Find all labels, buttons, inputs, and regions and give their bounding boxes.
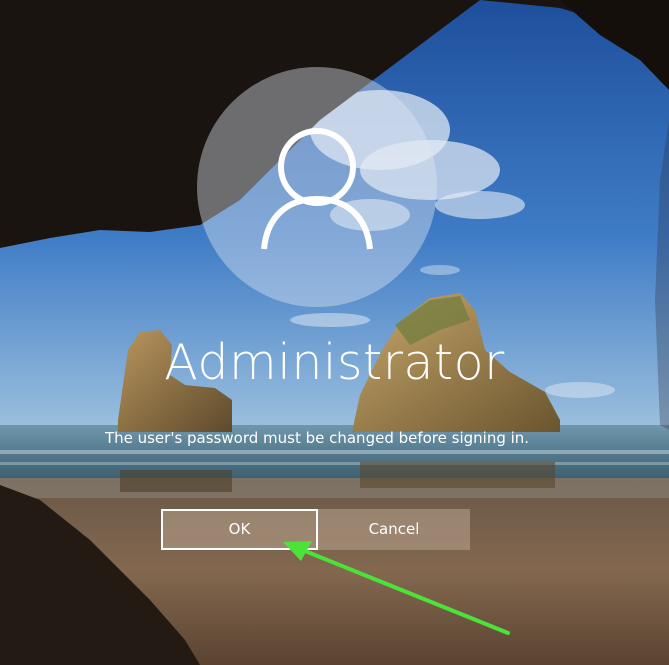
ok-button[interactable]: OK xyxy=(161,509,318,550)
password-change-message: The user's password must be changed befo… xyxy=(104,429,530,447)
lock-screen: Administrator The user's password must b… xyxy=(0,0,669,665)
user-silhouette-icon xyxy=(261,128,373,250)
user-avatar xyxy=(197,67,437,307)
username-label: Administrator xyxy=(164,334,505,391)
cancel-button[interactable]: Cancel xyxy=(318,509,470,550)
